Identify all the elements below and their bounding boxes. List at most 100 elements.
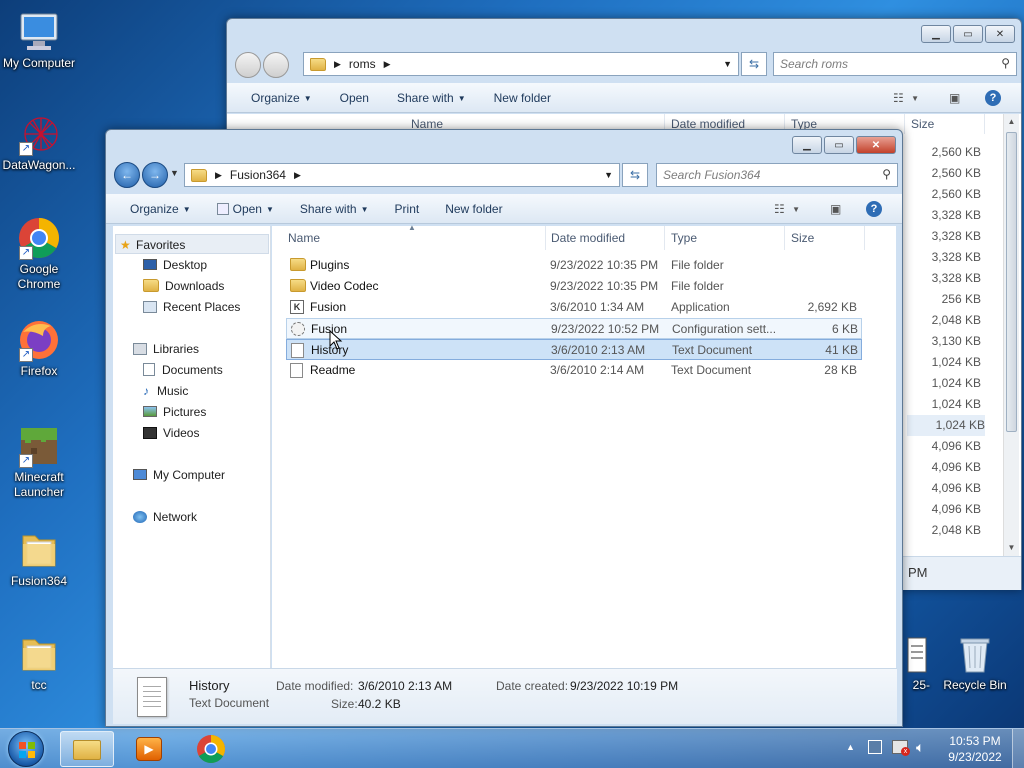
size-cell[interactable]: 256 KB	[907, 289, 981, 310]
taskbar-chrome-button[interactable]	[184, 731, 238, 767]
address-bar[interactable]: ▶ roms ▶ ▼	[303, 52, 739, 76]
desktop-icon-chrome[interactable]: ↗ Google Chrome	[1, 216, 77, 292]
file-row[interactable]: Video Codec 9/23/2022 10:35 PM File folder	[286, 276, 862, 297]
size-cell[interactable]: 3,328 KB	[907, 226, 981, 247]
address-dropdown-icon[interactable]: ▼	[723, 59, 732, 69]
size-cell[interactable]: 4,096 KB	[907, 457, 981, 478]
column-header-type[interactable]: Type	[665, 226, 785, 250]
back-button[interactable]: ←	[114, 162, 140, 188]
size-cell[interactable]: 2,560 KB	[907, 142, 981, 163]
clock[interactable]: 10:53 PM 9/23/2022	[940, 733, 1010, 765]
volume-icon[interactable]: 🔈︎	[916, 739, 924, 756]
vertical-scrollbar[interactable]: ▲ ▼	[1003, 114, 1019, 556]
maximize-button[interactable]: ▭	[953, 25, 983, 43]
explorer-window-fusion364[interactable]: ▁ ▭ ✕ ← → ▼ ▶ Fusion364 ▶ ▼ ⇆ Search Fus…	[105, 129, 903, 727]
action-center-icon[interactable]	[868, 740, 882, 754]
size-cell[interactable]: 1,024 KB	[907, 415, 985, 436]
desktop-icon-my-computer[interactable]: My Computer	[1, 10, 77, 71]
file-row[interactable]: Plugins 9/23/2022 10:35 PM File folder	[286, 255, 862, 276]
recent-pages-dropdown-icon[interactable]: ▼	[170, 168, 179, 178]
scrollbar-thumb[interactable]	[1006, 132, 1017, 432]
size-cell[interactable]: 3,328 KB	[907, 268, 981, 289]
nav-network[interactable]: Network	[133, 507, 197, 527]
nav-music[interactable]: ♪ Music	[143, 381, 188, 401]
desktop-icon-recycle-bin[interactable]: Recycle Bin	[937, 632, 1013, 693]
organize-button[interactable]: Organize ▼	[120, 197, 201, 221]
minimize-button[interactable]: ▁	[921, 25, 951, 43]
nav-documents[interactable]: Documents	[143, 360, 223, 380]
file-row[interactable]: K Fusion 3/6/2010 1:34 AM Application 2,692 …	[286, 297, 862, 318]
new-folder-button[interactable]: New folder	[435, 197, 512, 221]
desktop-icon-minecraft[interactable]: ↗ Minecraft Launcher	[1, 424, 77, 500]
column-header-size[interactable]: Size	[905, 114, 985, 134]
file-row[interactable]: History 3/6/2010 2:13 AM Text Document 41 K…	[286, 339, 862, 360]
help-icon[interactable]: ?	[985, 89, 1001, 106]
help-icon[interactable]: ?	[866, 200, 882, 217]
close-button[interactable]: ✕	[856, 136, 896, 154]
file-list-area[interactable]: ▲ Name Date modified Type Size Plugins 9/…	[272, 223, 896, 668]
refresh-button[interactable]: ⇆	[741, 52, 767, 76]
column-header-size[interactable]: Size	[785, 226, 865, 250]
breadcrumb-roms[interactable]: roms	[349, 57, 376, 71]
size-cell[interactable]: 2,048 KB	[907, 310, 981, 331]
minimize-button[interactable]: ▁	[792, 136, 822, 154]
organize-button[interactable]: Organize ▼	[241, 86, 322, 110]
size-cell[interactable]: 3,328 KB	[907, 247, 981, 268]
view-options-icon[interactable]: ☷ ▼	[774, 202, 800, 216]
desktop-icon-datawagon[interactable]: ↗ DataWagon...	[1, 112, 77, 173]
desktop-icon-firefox[interactable]: ↗ Firefox	[1, 318, 77, 379]
forward-button[interactable]: →	[142, 162, 168, 188]
nav-favorites[interactable]: ★ Favorites	[115, 234, 269, 254]
print-button[interactable]: Print	[385, 197, 430, 221]
size-cell[interactable]: 3,328 KB	[907, 205, 981, 226]
size-cell[interactable]: 2,560 KB	[907, 163, 981, 184]
view-options-icon[interactable]: ☷ ▼	[893, 91, 919, 105]
size-cell[interactable]: 1,024 KB	[907, 394, 981, 415]
show-desktop-button[interactable]	[1012, 729, 1024, 768]
desktop-icon-tcc[interactable]: tcc	[1, 632, 77, 693]
search-input[interactable]: Search Fusion364 ⚲	[656, 163, 898, 187]
file-row[interactable]: Readme 3/6/2010 2:14 AM Text Document 28 KB	[286, 360, 862, 381]
breadcrumb-fusion364[interactable]: Fusion364	[230, 168, 286, 182]
desktop-icon-fusion364[interactable]: Fusion364	[1, 528, 77, 589]
column-header-date[interactable]: Date modified	[545, 226, 665, 250]
open-button[interactable]: Open ▼	[207, 197, 284, 221]
close-button[interactable]: ✕	[985, 25, 1015, 43]
open-button[interactable]: Open	[330, 86, 379, 110]
nav-videos[interactable]: Videos	[143, 423, 199, 443]
size-cell[interactable]: 4,096 KB	[907, 436, 981, 457]
share-with-button[interactable]: Share with ▼	[290, 197, 379, 221]
size-cell[interactable]: 1,024 KB	[907, 373, 981, 394]
size-cell[interactable]: 2,048 KB	[907, 520, 981, 541]
show-hidden-icons-icon[interactable]: ▲	[846, 742, 855, 752]
taskbar-media-player-button[interactable]: ▶	[122, 731, 176, 767]
search-input[interactable]: Search roms ⚲	[773, 52, 1017, 76]
size-cell[interactable]: 4,096 KB	[907, 499, 981, 520]
nav-my-computer[interactable]: My Computer	[133, 465, 225, 485]
scroll-up-icon[interactable]: ▲	[1004, 114, 1019, 130]
column-header-name[interactable]: Name	[282, 226, 546, 250]
share-with-button[interactable]: Share with ▼	[387, 86, 476, 110]
address-bar[interactable]: ▶ Fusion364 ▶ ▼	[184, 163, 620, 187]
new-folder-button[interactable]: New folder	[484, 86, 561, 110]
forward-button[interactable]	[263, 52, 289, 78]
size-cell[interactable]: 2,560 KB	[907, 184, 981, 205]
preview-pane-icon[interactable]: ▣	[830, 202, 841, 216]
start-button[interactable]	[8, 731, 44, 767]
address-dropdown-icon[interactable]: ▼	[604, 170, 613, 180]
nav-desktop[interactable]: Desktop	[143, 255, 207, 275]
size-cell[interactable]: 4,096 KB	[907, 478, 981, 499]
nav-pictures[interactable]: Pictures	[143, 402, 206, 422]
size-cell[interactable]: 1,024 KB	[907, 352, 981, 373]
taskbar-explorer-button[interactable]	[60, 731, 114, 767]
back-button[interactable]	[235, 52, 261, 78]
refresh-button[interactable]: ⇆	[622, 163, 648, 187]
network-status-icon[interactable]: x	[892, 740, 910, 756]
size-cell[interactable]: 3,130 KB	[907, 331, 981, 352]
scroll-down-icon[interactable]: ▼	[1004, 540, 1019, 556]
nav-recent-places[interactable]: Recent Places	[143, 297, 240, 317]
nav-downloads[interactable]: Downloads	[143, 276, 224, 296]
maximize-button[interactable]: ▭	[824, 136, 854, 154]
preview-pane-icon[interactable]: ▣	[949, 91, 960, 105]
nav-libraries[interactable]: Libraries	[133, 339, 199, 359]
